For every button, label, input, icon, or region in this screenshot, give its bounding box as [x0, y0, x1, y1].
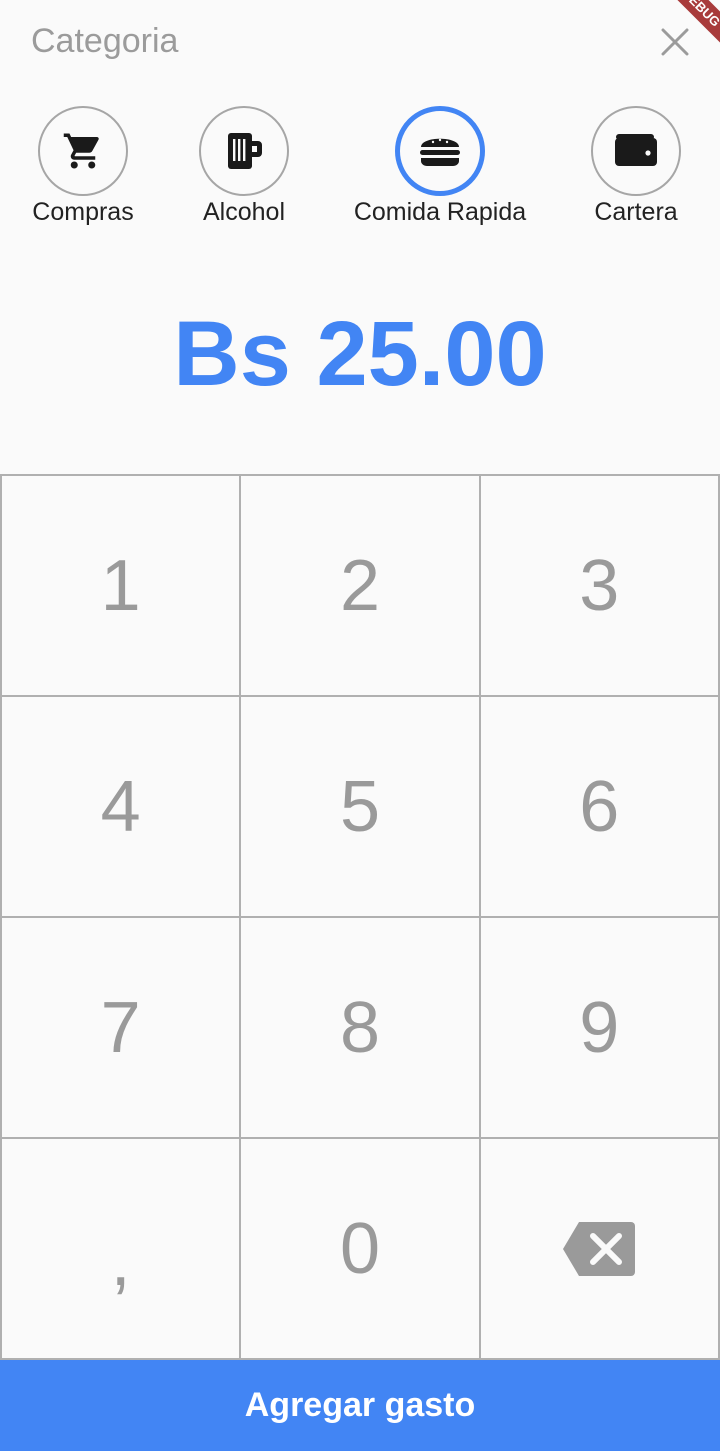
key-comma[interactable]: ,	[1, 1138, 241, 1359]
key-4[interactable]: 4	[1, 696, 241, 917]
numeric-keypad: 1 2 3 4 5 6 7 8 9 , 0	[0, 474, 720, 1360]
add-expense-button[interactable]: Agregar gasto	[0, 1360, 720, 1451]
key-9[interactable]: 9	[479, 917, 719, 1138]
category-label: Cartera	[594, 198, 678, 226]
key-1[interactable]: 1	[1, 475, 241, 696]
backspace-button[interactable]	[479, 1138, 719, 1359]
beer-mug-icon	[228, 133, 262, 169]
category-label: Compras	[32, 198, 134, 226]
category-alcohol[interactable]: Alcohol	[154, 106, 334, 227]
category-icon-circle	[38, 106, 128, 196]
category-compras[interactable]: Compras	[0, 106, 173, 227]
wallet-icon	[615, 134, 657, 166]
category-icon-circle	[199, 106, 289, 196]
hamburger-icon	[420, 138, 460, 166]
category-comida-rapida[interactable]: Comida Rapida	[350, 106, 530, 227]
category-label: Comida Rapida	[353, 198, 527, 226]
page-title: Categoria	[31, 22, 179, 60]
debug-banner: DEBUG	[660, 0, 720, 60]
key-2[interactable]: 2	[240, 475, 480, 696]
key-0[interactable]: 0	[240, 1138, 480, 1359]
category-cartera[interactable]: Cartera	[546, 106, 720, 227]
backspace-icon	[563, 1221, 636, 1276]
category-label: Alcohol	[203, 198, 285, 226]
debug-banner-label: DEBUG	[660, 0, 720, 55]
key-6[interactable]: 6	[479, 696, 719, 917]
key-8[interactable]: 8	[240, 917, 480, 1138]
key-5[interactable]: 5	[240, 696, 480, 917]
category-icon-circle	[591, 106, 681, 196]
key-3[interactable]: 3	[479, 475, 719, 696]
key-7[interactable]: 7	[1, 917, 241, 1138]
category-icon-circle	[395, 106, 485, 196]
shopping-cart-icon	[63, 133, 99, 169]
amount-display: Bs 25.00	[173, 303, 547, 405]
